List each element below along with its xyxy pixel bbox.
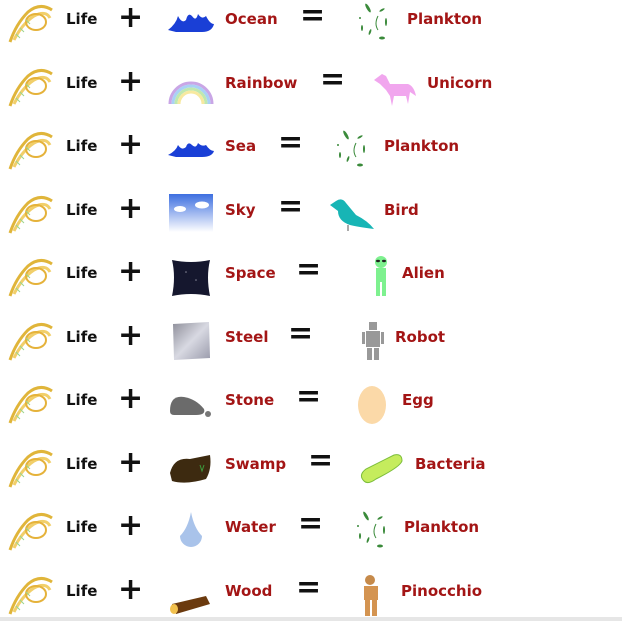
result-label: Robot [395, 328, 446, 346]
dna-icon [6, 576, 56, 616]
result-label: Unicorn [427, 74, 493, 92]
alien-icon [356, 256, 406, 298]
egg-icon [352, 383, 402, 425]
base-label: Life [66, 264, 98, 282]
steel-icon [166, 320, 216, 362]
plankton-icon [330, 129, 380, 171]
ingredient-label: Sea [225, 137, 257, 155]
result-label: Plankton [407, 10, 483, 28]
recipe-row: Life + Swamp = Bacteria [0, 443, 622, 508]
base-label: Life [66, 137, 98, 155]
dna-icon [6, 195, 56, 235]
ingredient-label: Wood [225, 582, 273, 600]
dna-icon [6, 68, 56, 108]
result-label: Alien [402, 264, 445, 282]
bird-icon [328, 193, 378, 235]
dna-icon [6, 131, 56, 171]
equals-sign: = [288, 316, 314, 351]
stone-icon [166, 383, 216, 425]
plus-sign: + [118, 0, 144, 35]
equals-sign: = [278, 125, 304, 160]
wood-log-icon [166, 574, 216, 616]
sea-wave-icon [166, 129, 216, 171]
result-label: Bacteria [415, 455, 486, 473]
ingredient-label: Rainbow [225, 74, 298, 92]
result-label: Pinocchio [401, 582, 483, 600]
recipe-row: Life + Space = Alien [0, 252, 622, 317]
base-label: Life [66, 74, 98, 92]
swamp-icon [166, 447, 216, 489]
base-label: Life [66, 582, 98, 600]
bacteria-icon [356, 447, 406, 489]
unicorn-icon [368, 66, 418, 108]
result-label: Egg [402, 391, 434, 409]
equals-sign: = [278, 189, 304, 224]
sky-icon [166, 193, 216, 235]
plus-sign: + [118, 254, 144, 289]
recipe-row: Life + Ocean = Plankton [0, 0, 622, 63]
ocean-wave-icon [166, 2, 216, 44]
plus-sign: + [118, 318, 144, 353]
equals-sign: = [296, 252, 322, 287]
ingredient-label: Swamp [225, 455, 287, 473]
result-label: Plankton [404, 518, 480, 536]
plus-sign: + [118, 572, 144, 607]
dna-icon [6, 258, 56, 298]
plus-sign: + [118, 127, 144, 162]
space-icon [166, 256, 216, 298]
bottom-divider [0, 617, 622, 621]
ingredient-label: Space [225, 264, 276, 282]
plus-sign: + [118, 64, 144, 99]
dna-icon [6, 4, 56, 44]
recipe-row: Life + Wood = Pinocchio [0, 570, 622, 635]
equals-sign: = [300, 0, 326, 33]
base-label: Life [66, 201, 98, 219]
base-label: Life [66, 10, 98, 28]
equals-sign: = [308, 443, 334, 478]
ingredient-label: Ocean [225, 10, 278, 28]
base-label: Life [66, 455, 98, 473]
base-label: Life [66, 518, 98, 536]
equals-sign: = [296, 570, 322, 605]
equals-sign: = [296, 379, 322, 414]
recipe-row: Life + Water = Plankton [0, 506, 622, 571]
result-label: Bird [384, 201, 419, 219]
pinocchio-icon [352, 574, 402, 616]
water-drop-icon [166, 510, 216, 552]
recipe-row: Life + Rainbow = Unicorn [0, 62, 622, 127]
ingredient-label: Stone [225, 391, 275, 409]
recipe-row: Life + Steel = Robot [0, 316, 622, 381]
ingredient-label: Steel [225, 328, 269, 346]
dna-icon [6, 512, 56, 552]
plus-sign: + [118, 191, 144, 226]
base-label: Life [66, 328, 98, 346]
plankton-icon [352, 2, 402, 44]
robot-icon [348, 320, 398, 362]
plankton-icon [350, 510, 400, 552]
base-label: Life [66, 391, 98, 409]
ingredient-label: Water [225, 518, 276, 536]
recipe-row: Life + Sea = Plankton [0, 125, 622, 190]
equals-sign: = [298, 506, 324, 541]
ingredient-label: Sky [225, 201, 256, 219]
rainbow-icon [166, 66, 216, 108]
plus-sign: + [118, 445, 144, 480]
dna-icon [6, 449, 56, 489]
result-label: Plankton [384, 137, 460, 155]
dna-icon [6, 385, 56, 425]
recipe-row: Life + Sky = Bird [0, 189, 622, 254]
recipe-row: Life + Stone = Egg [0, 379, 622, 444]
equals-sign: = [320, 62, 346, 97]
plus-sign: + [118, 508, 144, 543]
dna-icon [6, 322, 56, 362]
plus-sign: + [118, 381, 144, 416]
